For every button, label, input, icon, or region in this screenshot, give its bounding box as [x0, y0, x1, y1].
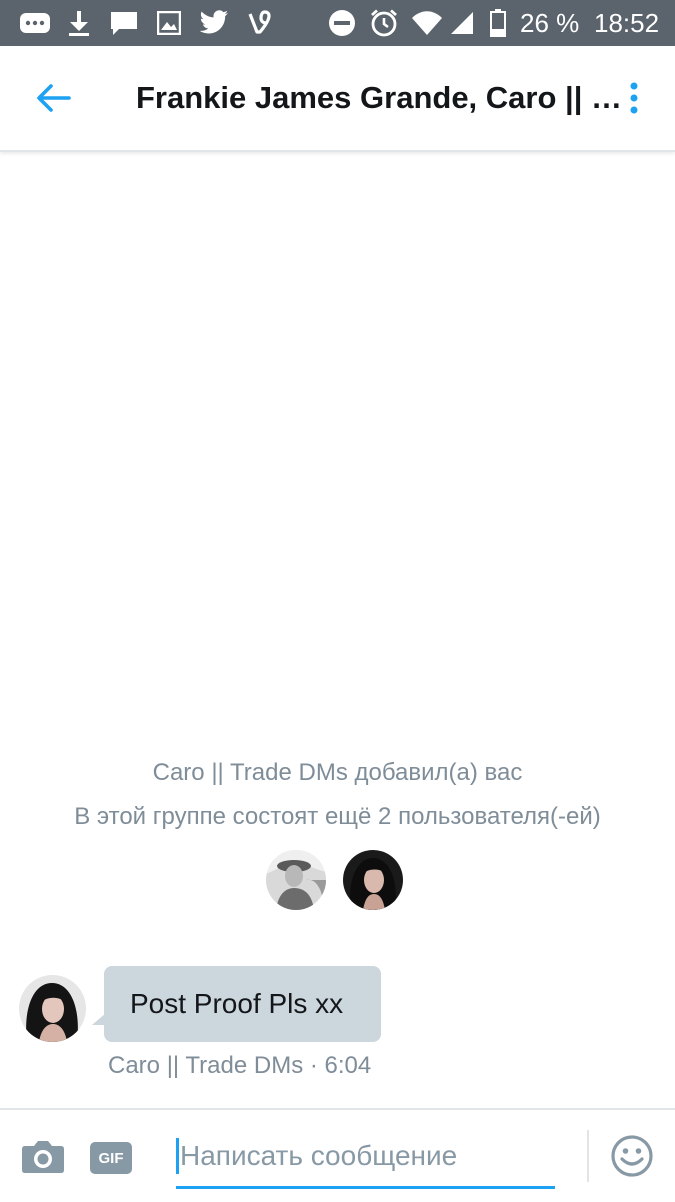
avatar-member-1[interactable] [266, 850, 326, 910]
message-icon [108, 8, 140, 38]
do-not-disturb-icon [328, 8, 356, 38]
text-cursor [176, 1138, 179, 1174]
avatar-member-2[interactable] [343, 850, 403, 910]
composer-bar: GIF Написать сообщение [0, 1108, 675, 1202]
back-arrow-icon[interactable] [35, 83, 71, 113]
message-bubble[interactable]: Post Proof Pls xx [104, 966, 381, 1042]
camera-button[interactable] [20, 1136, 66, 1176]
gif-button[interactable]: GIF [90, 1142, 132, 1174]
emoji-icon[interactable] [610, 1134, 654, 1178]
wifi-icon [410, 8, 444, 38]
conversation-title: Frankie James Grande, Caro || Trade DMs [136, 80, 628, 115]
battery-icon [488, 8, 508, 38]
added-notice: Caro || Trade DMs добавил(а) вас [152, 759, 523, 786]
emoji-button[interactable] [608, 1132, 656, 1180]
image-icon [156, 8, 182, 38]
twitter-bird-icon [198, 8, 230, 38]
composer-divider [587, 1130, 589, 1182]
more-options-button[interactable] [620, 76, 648, 120]
battery-percentage: 26 % [520, 8, 580, 38]
sender-avatar[interactable] [19, 975, 86, 1042]
message-input[interactable]: Написать сообщение [176, 1132, 555, 1189]
camera-icon[interactable] [21, 1138, 65, 1174]
members-notice: В этой группе состоят ещё 2 пользователя… [74, 803, 601, 830]
cell-signal-icon [448, 8, 476, 38]
message-text: Post Proof Pls xx [130, 988, 344, 1019]
vine-icon [246, 8, 274, 38]
message-meta: Caro || Trade DMs · 6:04 [108, 1052, 372, 1079]
back-button[interactable] [28, 76, 78, 120]
clock: 18:52 [594, 8, 660, 38]
download-icon [66, 8, 92, 38]
chat-bubble-dots-icon [18, 8, 52, 38]
message-input-placeholder: Написать сообщение [180, 1140, 458, 1171]
status-bar: 26 % 18:52 [0, 0, 675, 46]
conversation-header: Frankie James Grande, Caro || Trade DMs [0, 46, 675, 152]
more-vertical-icon[interactable] [629, 82, 639, 114]
alarm-icon [368, 8, 400, 38]
